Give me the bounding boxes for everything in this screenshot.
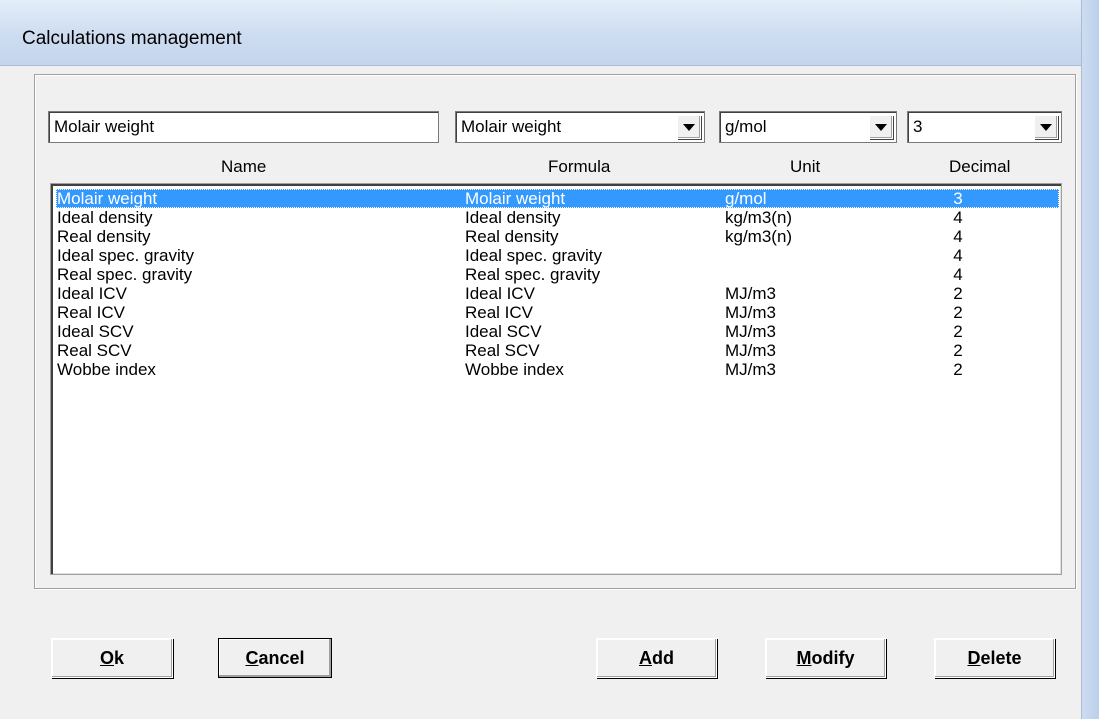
list-cell-name: Ideal SCV: [57, 322, 134, 341]
list-cell-decimal: 2: [953, 284, 963, 303]
list-cell-unit: MJ/m3: [725, 360, 776, 379]
list-cell-formula: Ideal SCV: [465, 322, 542, 341]
list-cell-unit: MJ/m3: [725, 322, 776, 341]
list-cell-unit: MJ/m3: [725, 284, 776, 303]
list-cell-unit: MJ/m3: [725, 303, 776, 322]
column-header-decimal: Decimal: [949, 157, 1011, 176]
column-header-name: Name: [221, 157, 267, 176]
chevron-down-icon[interactable]: [677, 115, 701, 139]
list-cell-formula: Real spec. gravity: [465, 265, 601, 284]
list-cell-formula: Ideal ICV: [465, 284, 535, 303]
list-cell-name: Ideal spec. gravity: [57, 246, 195, 265]
list-item[interactable]: Ideal density Ideal density kg/m3(n) 4: [56, 208, 1059, 227]
list-item[interactable]: Ideal ICV Ideal ICV MJ/m3 2: [56, 284, 1059, 303]
list-cell-decimal: 2: [953, 322, 963, 341]
modify-mnemonic: M: [796, 648, 812, 668]
add-label: dd: [652, 648, 674, 668]
column-header-unit: Unit: [790, 157, 821, 176]
chevron-down-icon[interactable]: [869, 115, 893, 139]
dialog-client: Molair weight Molair weight g/mol 3 Name…: [8, 66, 1081, 719]
list-item[interactable]: Real density Real density kg/m3(n) 4: [56, 227, 1059, 246]
column-header-formula: Formula: [548, 157, 611, 176]
list-item[interactable]: Ideal SCV Ideal SCV MJ/m3 2: [56, 322, 1059, 341]
ok-label: k: [114, 648, 125, 668]
list-cell-unit: g/mol: [725, 189, 767, 208]
list-cell-name: Real density: [57, 227, 151, 246]
list-cell-unit: kg/m3(n): [725, 208, 793, 227]
ok-mnemonic: O: [99, 648, 114, 668]
list-item[interactable]: Real ICV Real ICV MJ/m3 2: [56, 303, 1059, 322]
list-cell-name: Ideal density: [57, 208, 153, 227]
list-cell-name: Real ICV: [57, 303, 126, 322]
list-cell-unit: kg/m3(n): [725, 227, 793, 246]
window-title: Calculations management: [22, 28, 242, 49]
list-cell-unit: MJ/m3: [725, 341, 776, 360]
list-cell-name: Molair weight: [57, 189, 158, 208]
list-item[interactable]: Wobbe index Wobbe index MJ/m3 2: [56, 360, 1059, 379]
chevron-down-icon[interactable]: [1034, 115, 1058, 139]
delete-mnemonic: D: [967, 648, 981, 668]
list-cell-decimal: 3: [953, 189, 963, 208]
title-bar: Calculations management: [0, 0, 1099, 66]
list-cell-decimal: 4: [953, 246, 963, 265]
list-cell-formula: Molair weight: [465, 189, 566, 208]
list-cell-decimal: 2: [953, 341, 963, 360]
delete-label: elete: [980, 648, 1022, 668]
list-cell-decimal: 4: [953, 265, 963, 284]
list-cell-decimal: 4: [953, 208, 963, 227]
add-button[interactable]: Add: [596, 638, 717, 678]
list-cell-formula: Wobbe index: [465, 360, 564, 379]
formula-combo-value: Molair weight: [461, 117, 562, 136]
list-cell-decimal: 2: [953, 360, 963, 379]
list-item[interactable]: Real spec. gravity Real spec. gravity 4: [56, 265, 1059, 284]
modify-button[interactable]: Modify: [765, 638, 886, 678]
list-cell-formula: Ideal density: [465, 208, 561, 227]
list-cell-formula: Real density: [465, 227, 559, 246]
cancel-button[interactable]: Cancel: [218, 638, 332, 678]
modify-label: odify: [811, 648, 855, 668]
add-mnemonic: A: [639, 648, 652, 668]
list-cell-formula: Ideal spec. gravity: [465, 246, 603, 265]
unit-combo[interactable]: g/mol: [719, 111, 897, 143]
decimal-combo-value: 3: [913, 117, 923, 136]
cancel-mnemonic: C: [245, 648, 259, 668]
delete-button[interactable]: Delete: [934, 638, 1055, 678]
window-frame-right: [1081, 0, 1099, 719]
list-cell-decimal: 4: [953, 227, 963, 246]
list-cell-name: Ideal ICV: [57, 284, 127, 303]
decimal-combo[interactable]: 3: [907, 111, 1062, 143]
list-item[interactable]: Ideal spec. gravity Ideal spec. gravity 4: [56, 246, 1059, 265]
list-cell-formula: Real ICV: [465, 303, 534, 322]
calculations-list[interactable]: Molair weight Molair weight g/mol 3 Ideal de…: [50, 183, 1062, 575]
formula-combo[interactable]: Molair weight: [455, 111, 705, 143]
list-cell-formula: Real SCV: [465, 341, 540, 360]
unit-combo-value: g/mol: [725, 117, 767, 136]
cancel-label: ancel: [258, 648, 305, 668]
name-input[interactable]: Molair weight: [48, 111, 439, 143]
list-item[interactable]: Real SCV Real SCV MJ/m3 2: [56, 341, 1059, 360]
list-cell-name: Real SCV: [57, 341, 132, 360]
list-cell-name: Real spec. gravity: [57, 265, 193, 284]
list-cell-name: Wobbe index: [57, 360, 156, 379]
list-cell-decimal: 2: [953, 303, 963, 322]
list-item[interactable]: Molair weight Molair weight g/mol 3: [56, 189, 1059, 208]
name-input-value: Molair weight: [54, 117, 155, 136]
ok-button[interactable]: Ok: [51, 638, 173, 678]
